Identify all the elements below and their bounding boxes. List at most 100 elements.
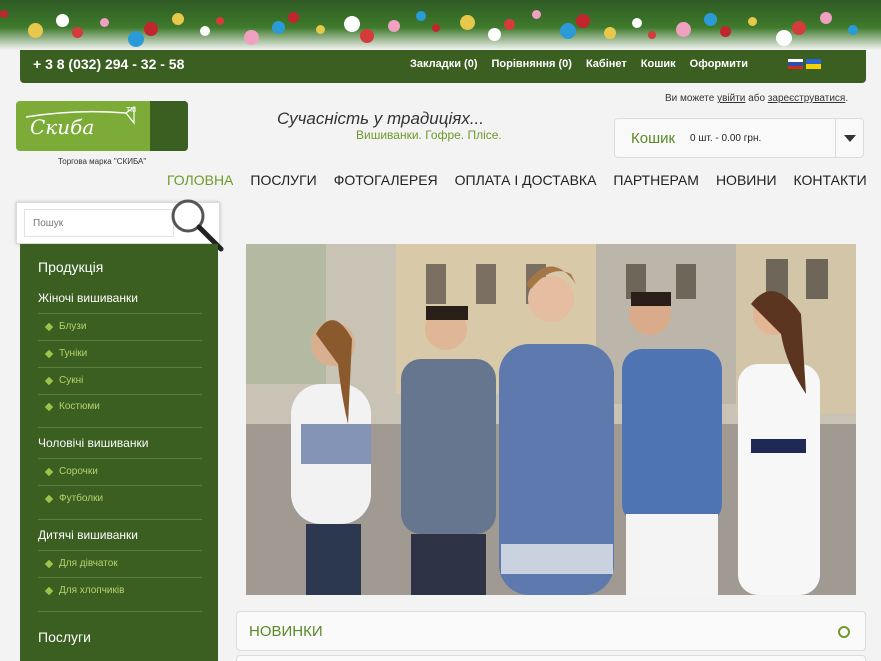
sidebar-item-suits[interactable]: Костюми	[44, 401, 100, 412]
sidebar-item-label: Для хлопчиків	[59, 585, 125, 596]
bookmarks-link[interactable]: Закладки (0)	[410, 58, 478, 70]
sidebar-category-men[interactable]: Чоловічі вишиванки	[38, 436, 148, 450]
diamond-bullet-icon	[44, 349, 54, 358]
ornament-icon	[388, 20, 400, 32]
russian-flag-icon[interactable]	[788, 59, 803, 69]
nav-contacts[interactable]: КОНТАКТИ	[794, 172, 867, 188]
sidebar-item-boys[interactable]: Для хлопчиків	[44, 585, 125, 596]
account-link[interactable]: Кабінет	[586, 58, 627, 70]
cart-link[interactable]: Кошик	[641, 58, 676, 70]
ornament-icon	[776, 30, 792, 46]
logo-dark-panel	[150, 101, 188, 151]
search-input[interactable]	[24, 209, 174, 237]
ornament-icon	[560, 23, 576, 39]
ornament-icon	[704, 13, 717, 26]
divider	[38, 367, 202, 368]
login-prefix: Ви можете	[665, 93, 715, 104]
ornament-icon	[748, 17, 757, 26]
divider	[38, 340, 202, 341]
diamond-bullet-icon	[44, 402, 54, 411]
nav-home[interactable]: ГОЛОВНА	[167, 172, 233, 188]
divider	[38, 550, 202, 551]
language-switcher	[788, 59, 821, 69]
compare-link[interactable]: Порівняння (0)	[492, 58, 572, 70]
sidebar-item-tshirts[interactable]: Футболки	[44, 493, 104, 504]
sidebar-item-tunics[interactable]: Туніки	[44, 348, 87, 359]
ornament-icon	[416, 11, 426, 21]
ornament-icon	[360, 29, 374, 43]
subslogan: Вишиванки. Гофре. Плісе.	[356, 128, 502, 142]
sidebar-item-shirts[interactable]: Сорочки	[44, 466, 98, 477]
ornament-icon	[316, 25, 325, 34]
phone-number: + 3 8 (032) 294 - 32 - 58	[33, 56, 185, 72]
diamond-bullet-icon	[44, 559, 54, 568]
top-bar: + 3 8 (032) 294 - 32 - 58 Закладки (0) П…	[20, 50, 866, 83]
ornament-icon	[172, 13, 184, 25]
divider	[38, 611, 202, 612]
main-nav: ГОЛОВНА ПОСЛУГИ ФОТОГАЛЕРЕЯ ОПЛАТА І ДОС…	[167, 172, 881, 188]
ornament-icon	[128, 31, 144, 47]
nav-news[interactable]: НОВИНИ	[716, 172, 777, 188]
sidebar-item-label: Костюми	[59, 401, 100, 412]
sidebar-item-label: Сукні	[59, 375, 84, 386]
slogan: Сучасність у традиціях...	[277, 109, 484, 128]
diamond-bullet-icon	[44, 494, 54, 503]
ornament-icon	[272, 21, 285, 34]
sidebar-item-label: Сорочки	[59, 466, 98, 477]
sidebar-item-label: Футболки	[59, 493, 104, 504]
sidebar-item-dresses[interactable]: Сукні	[44, 375, 84, 386]
nav-gallery[interactable]: ФОТОГАЛЕРЕЯ	[334, 172, 438, 188]
ornament-icon	[532, 10, 541, 19]
circle-icon[interactable]	[838, 626, 850, 638]
logo-tm: TM	[126, 107, 137, 114]
sidebar-category-kids[interactable]: Дитячі вишиванки	[38, 528, 138, 542]
ornament-icon	[604, 27, 616, 39]
ukrainian-flag-icon[interactable]	[806, 59, 821, 69]
next-section	[236, 655, 866, 661]
nav-partners[interactable]: ПАРТНЕРАМ	[613, 172, 699, 188]
ornament-icon	[288, 12, 299, 23]
ornament-icon	[100, 18, 109, 27]
sidebar-item-label: Для дівчаток	[59, 558, 118, 569]
logo[interactable]: Скиба TM	[16, 101, 188, 151]
cart-summary: 0 шт. - 0.00 грн.	[690, 133, 762, 144]
ornament-icon	[632, 18, 642, 28]
hero-banner-image[interactable]	[246, 244, 856, 595]
divider	[38, 485, 202, 486]
ornament-icon	[720, 26, 731, 37]
ornament-icon	[216, 17, 224, 25]
sidebar-item-girls[interactable]: Для дівчаток	[44, 558, 118, 569]
sidebar-item-blouses[interactable]: Блузи	[44, 321, 87, 332]
cart-label: Кошик	[631, 130, 676, 147]
new-arrivals-section[interactable]: НОВИНКИ	[236, 611, 866, 651]
divider	[38, 394, 202, 395]
diamond-bullet-icon	[44, 467, 54, 476]
sidebar-category-women[interactable]: Жіночі вишиванки	[38, 291, 138, 305]
ornament-icon	[576, 14, 590, 28]
cart-widget[interactable]: Кошик 0 шт. - 0.00 грн.	[614, 118, 864, 158]
diamond-bullet-icon	[44, 586, 54, 595]
ornament-icon	[144, 22, 158, 36]
nav-payment-delivery[interactable]: ОПЛАТА І ДОСТАВКА	[455, 172, 597, 188]
ornament-icon	[848, 25, 858, 35]
divider	[38, 577, 202, 578]
top-links: Закладки (0) Порівняння (0) Кабінет Коши…	[410, 58, 748, 70]
sidebar: Продукція Жіночі вишиванки Блузи Туніки …	[20, 244, 218, 661]
ornament-icon	[28, 23, 43, 38]
nav-services[interactable]: ПОСЛУГИ	[250, 172, 316, 188]
section-title: НОВИНКИ	[249, 623, 323, 640]
sidebar-item-label: Блузи	[59, 321, 87, 332]
sidebar-title: Продукція	[38, 259, 104, 275]
sidebar-services-title[interactable]: Послуги	[38, 629, 91, 645]
login-link[interactable]: увійти	[717, 93, 745, 104]
hero-photo	[246, 244, 856, 595]
ornament-icon	[460, 15, 475, 30]
divider	[38, 427, 202, 428]
ornament-icon	[488, 28, 501, 41]
checkout-link[interactable]: Оформити	[690, 58, 748, 70]
cart-dropdown-button[interactable]	[835, 119, 863, 157]
ornament-icon	[200, 26, 210, 36]
divider	[38, 458, 202, 459]
trademark-caption: Торгова марка "СКИБА"	[58, 157, 147, 166]
register-link[interactable]: зареєструватися	[768, 93, 846, 104]
